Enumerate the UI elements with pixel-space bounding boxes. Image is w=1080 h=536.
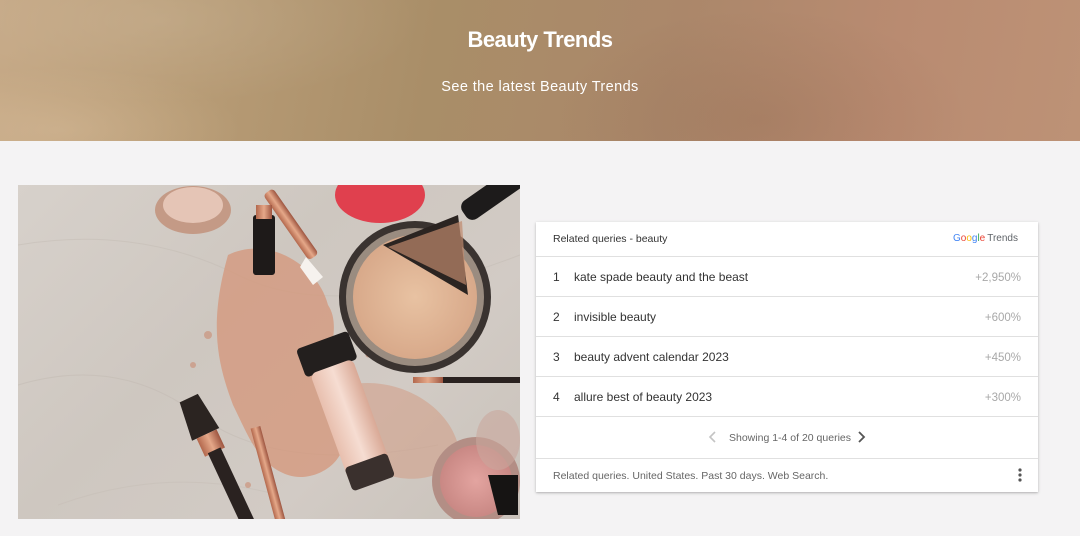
widget-footer: Related queries. United States. Past 30 …: [536, 459, 1038, 492]
logo-letter: G: [952, 233, 961, 244]
logo-letter: e: [979, 233, 986, 244]
query-text[interactable]: kate spade beauty and the beast: [574, 270, 748, 284]
pagination: Showing 1-4 of 20 queries: [536, 419, 1038, 459]
query-text[interactable]: invisible beauty: [574, 310, 656, 324]
page-title: Beauty Trends: [467, 27, 613, 52]
query-row[interactable]: 4 allure best of beauty 2023 +300%: [536, 377, 1038, 417]
query-value: +450%: [984, 352, 1021, 364]
more-options-icon[interactable]: [1014, 467, 1026, 483]
page-subtitle: See the latest Beauty Trends: [441, 79, 639, 95]
footer-description: Related queries. United States. Past 30 …: [553, 470, 829, 482]
logo-suffix: Trends: [987, 233, 1018, 244]
query-text[interactable]: allure best of beauty 2023: [574, 390, 712, 404]
makeup-products-image: [18, 185, 520, 519]
query-value: +300%: [984, 392, 1021, 404]
pagination-text: Showing 1-4 of 20 queries: [729, 432, 851, 444]
google-trends-logo[interactable]: Google Trends: [953, 233, 1018, 244]
related-queries-widget: Related queries - beauty Google Trends 1 …: [536, 222, 1038, 492]
makeup-products-illustration: [18, 185, 520, 519]
query-text[interactable]: beauty advent calendar 2023: [574, 350, 729, 364]
widget-title: Related queries - beauty: [553, 233, 668, 245]
query-rank: 4: [553, 390, 560, 404]
query-rank: 2: [553, 310, 560, 324]
hero-banner: Beauty Trends See the latest Beauty Tren…: [0, 0, 1080, 141]
query-value: +2,950%: [975, 272, 1021, 284]
query-row[interactable]: 1 kate spade beauty and the beast +2,950…: [536, 257, 1038, 297]
widget-header: Related queries - beauty Google Trends: [536, 222, 1038, 257]
query-row[interactable]: 3 beauty advent calendar 2023 +450%: [536, 337, 1038, 377]
chevron-right-icon[interactable]: [854, 430, 868, 444]
query-rank: 3: [553, 350, 560, 364]
query-row[interactable]: 2 invisible beauty +600%: [536, 297, 1038, 337]
chevron-left-icon[interactable]: [706, 430, 720, 444]
query-value: +600%: [984, 312, 1021, 324]
query-rank: 1: [553, 270, 560, 284]
